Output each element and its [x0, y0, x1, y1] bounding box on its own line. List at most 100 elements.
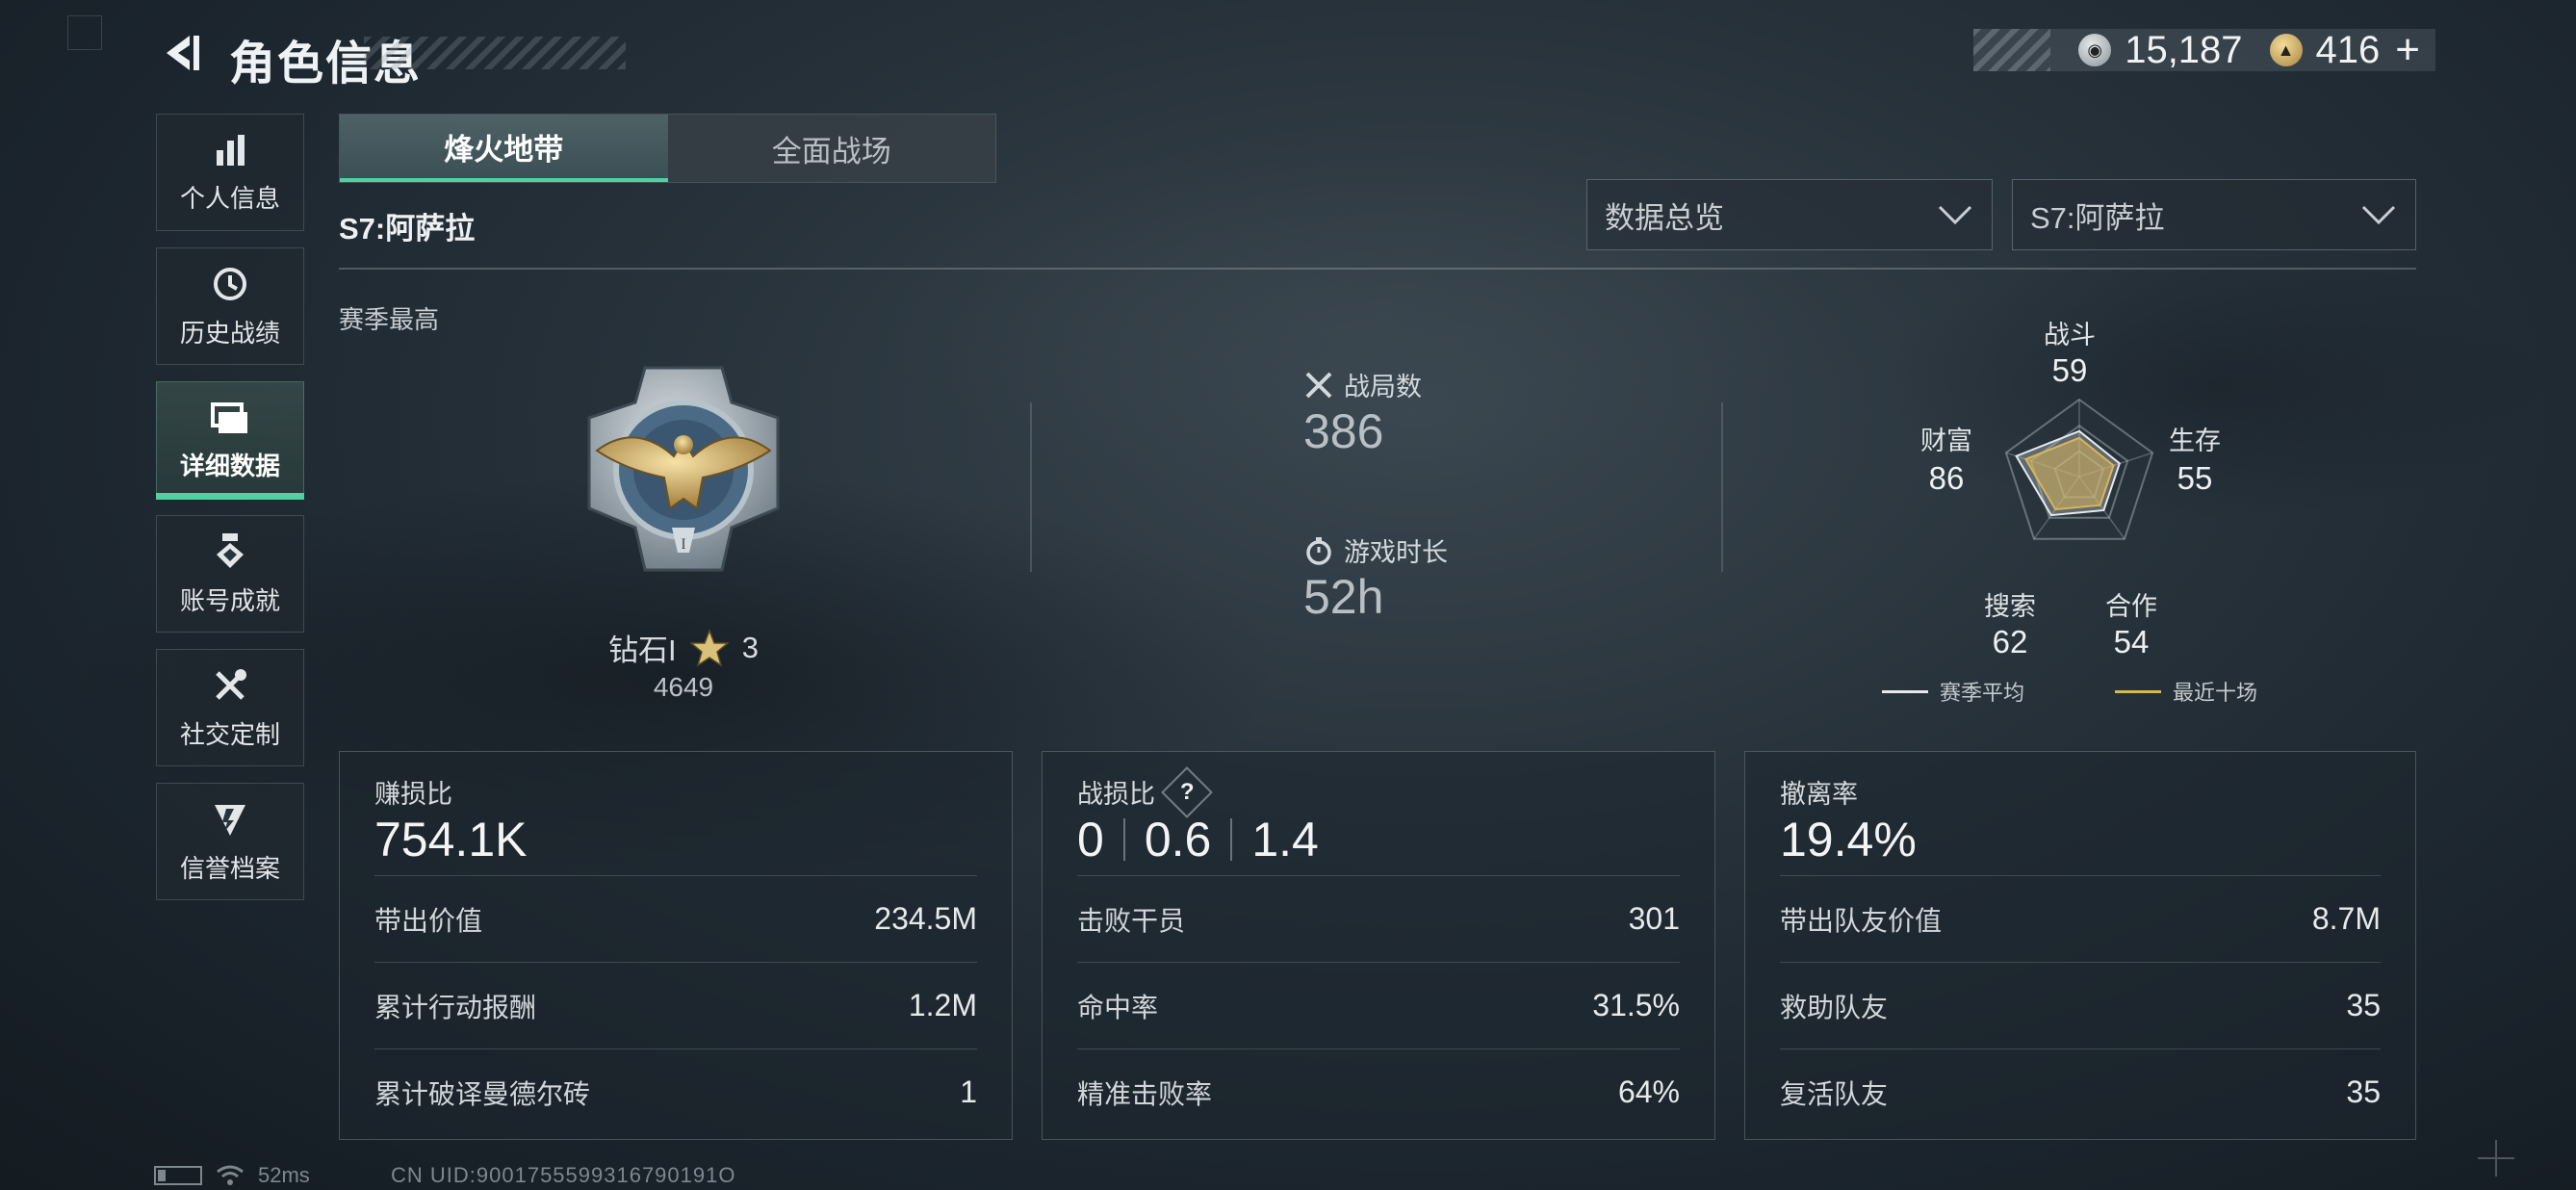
kd-values: 0 0.6 1.4	[1077, 812, 1319, 867]
user-uid: CN UID:9001755599316790191O	[391, 1163, 736, 1187]
table-row: 救助队友 35	[1780, 962, 2381, 1048]
sidebar-item-personal-info[interactable]: 个人信息	[156, 114, 304, 231]
sidebar-active-indicator	[156, 493, 304, 500]
kd-value-2: 0.6	[1144, 813, 1212, 867]
table-row: 精准击败率 64%	[1077, 1048, 1680, 1135]
row-key: 带出队友价值	[1780, 905, 1943, 936]
bar-chart-icon	[217, 134, 245, 166]
radar-label-search: 搜索	[1984, 592, 2036, 621]
mode-tabs: 烽火地带 全面战场	[339, 114, 996, 183]
folder-icon	[211, 401, 247, 433]
sidebar-item-label: 详细数据	[179, 451, 280, 480]
matches-label: 战局数	[1344, 373, 1422, 401]
card-title: 战损比	[1077, 780, 1155, 809]
season-best-label: 赛季最高	[339, 305, 440, 334]
row-key: 命中率	[1077, 992, 1159, 1022]
row-value: 301	[1628, 901, 1680, 936]
card-title-row: 战损比 ?	[1077, 765, 1213, 818]
tools-icon	[216, 668, 246, 700]
sidebar-item-detailed-data[interactable]: 详细数据	[156, 381, 304, 499]
radar-label-survival: 生存	[2169, 427, 2221, 455]
add-currency-button[interactable]: +	[2395, 26, 2420, 74]
radar-label-combat: 战斗	[2044, 321, 2096, 349]
row-key: 救助队友	[1780, 992, 1889, 1022]
row-key: 精准击败率	[1077, 1078, 1213, 1109]
currency-bar: ◉ 15,187 ▲ 416 +	[1973, 26, 2435, 74]
playtime-stat: 游戏时长 52h	[1303, 531, 1448, 625]
divider	[1030, 402, 1032, 572]
sidebar-item-label: 信誉档案	[179, 853, 280, 883]
row-key: 累计行动报酬	[374, 992, 537, 1022]
crossed-swords-icon	[1305, 372, 1332, 398]
legend-season: 赛季平均	[1940, 681, 2025, 705]
legend-swatch-season	[1882, 689, 1928, 693]
sidebar-item-social[interactable]: 社交定制	[156, 649, 304, 766]
divider	[339, 268, 2416, 270]
row-value: 35	[2346, 988, 2381, 1022]
playtime-label-row: 游戏时长	[1303, 531, 1448, 569]
kd-value-1: 0	[1077, 813, 1104, 867]
table-row: 累计行动报酬 1.2M	[374, 962, 977, 1048]
corner-frame	[67, 15, 102, 50]
row-value: 31.5%	[1592, 988, 1680, 1022]
rank-stars: 3	[741, 630, 759, 664]
row-key: 带出价值	[374, 905, 483, 936]
card-main-value: 19.4%	[1780, 813, 1917, 867]
matches-label-row: 战局数	[1303, 366, 1422, 403]
row-value: 64%	[1617, 1074, 1680, 1109]
table-row: 击败干员 301	[1077, 875, 1680, 962]
tab-full-battlefield[interactable]: 全面战场	[668, 115, 996, 182]
battery-icon	[154, 1166, 202, 1185]
row-key: 击败干员	[1077, 905, 1186, 936]
playtime-label: 游戏时长	[1344, 538, 1448, 567]
chevron-down-icon	[1938, 205, 1972, 225]
row-value: 35	[2346, 1074, 2381, 1109]
season-title: S7:阿萨拉	[339, 212, 476, 246]
table-row: 带出队友价值 8.7M	[1780, 875, 2381, 962]
silver-coin-icon: ◉	[2078, 34, 2112, 66]
rank-info: 钻石I 3	[539, 626, 828, 669]
radar-legend: 赛季平均 最近十场	[1882, 676, 2257, 707]
extract-card: 撤离率 19.4% 带出队友价值 8.7M 救助队友 35 复活队友 35	[1744, 751, 2416, 1140]
help-icon[interactable]: ?	[1161, 765, 1213, 818]
status-bar: 52ms	[154, 1163, 310, 1188]
combat-card: 战损比 ? 0 0.6 1.4 击败干员 301 命中率 31.5% 精准击败率…	[1042, 751, 1715, 1140]
row-key: 复活队友	[1780, 1078, 1889, 1109]
matches-value: 386	[1303, 404, 1384, 458]
card-main-value: 754.1K	[374, 813, 528, 867]
help-glyph: ?	[1179, 778, 1195, 805]
radar-value-survival: 55	[2177, 460, 2213, 496]
separator	[1230, 818, 1233, 861]
season-dropdown[interactable]: S7:阿萨拉	[2012, 179, 2416, 250]
season-dropdown-value: S7:阿萨拉	[2030, 200, 2165, 235]
wifi-icon	[217, 1165, 244, 1185]
row-value: 1	[960, 1074, 977, 1109]
row-value: 234.5M	[874, 901, 977, 936]
sidebar-item-label: 账号成就	[179, 585, 280, 615]
radar-label-cooperation: 合作	[2105, 592, 2157, 621]
tab-warzone-hazard[interactable]: 烽火地带	[340, 115, 668, 182]
gold-coin-icon: ▲	[2269, 34, 2303, 66]
profit-card: 赚损比 754.1K 带出价值 234.5M 累计行动报酬 1.2M 累计破译曼…	[339, 751, 1013, 1140]
back-button[interactable]	[154, 27, 206, 79]
sidebar-item-achievements[interactable]: 账号成就	[156, 515, 304, 633]
row-key: 累计破译曼德尔砖	[374, 1078, 591, 1109]
separator	[1122, 818, 1125, 861]
svg-text:I: I	[681, 536, 685, 553]
table-row: 带出价值 234.5M	[374, 875, 977, 962]
divider	[1721, 402, 1723, 572]
radar-value-search: 62	[1992, 624, 2028, 660]
ping-value: 52ms	[258, 1163, 310, 1187]
matches-stat: 战局数 386	[1303, 366, 1422, 459]
sidebar-item-reputation[interactable]: 信誉档案	[156, 783, 304, 900]
radar-label-wealth: 财富	[1920, 427, 1972, 455]
radar-value-wealth: 86	[1928, 460, 1965, 496]
sidebar-item-history[interactable]: 历史战绩	[156, 247, 304, 365]
table-row: 复活队友 35	[1780, 1048, 2381, 1135]
radar-value-combat: 59	[2051, 352, 2088, 388]
legend-recent: 最近十场	[2173, 681, 2258, 705]
view-dropdown[interactable]: 数据总览	[1586, 179, 1993, 250]
history-icon	[214, 267, 246, 300]
sidebar-item-label: 社交定制	[179, 719, 280, 749]
achievement-icon	[217, 532, 244, 568]
